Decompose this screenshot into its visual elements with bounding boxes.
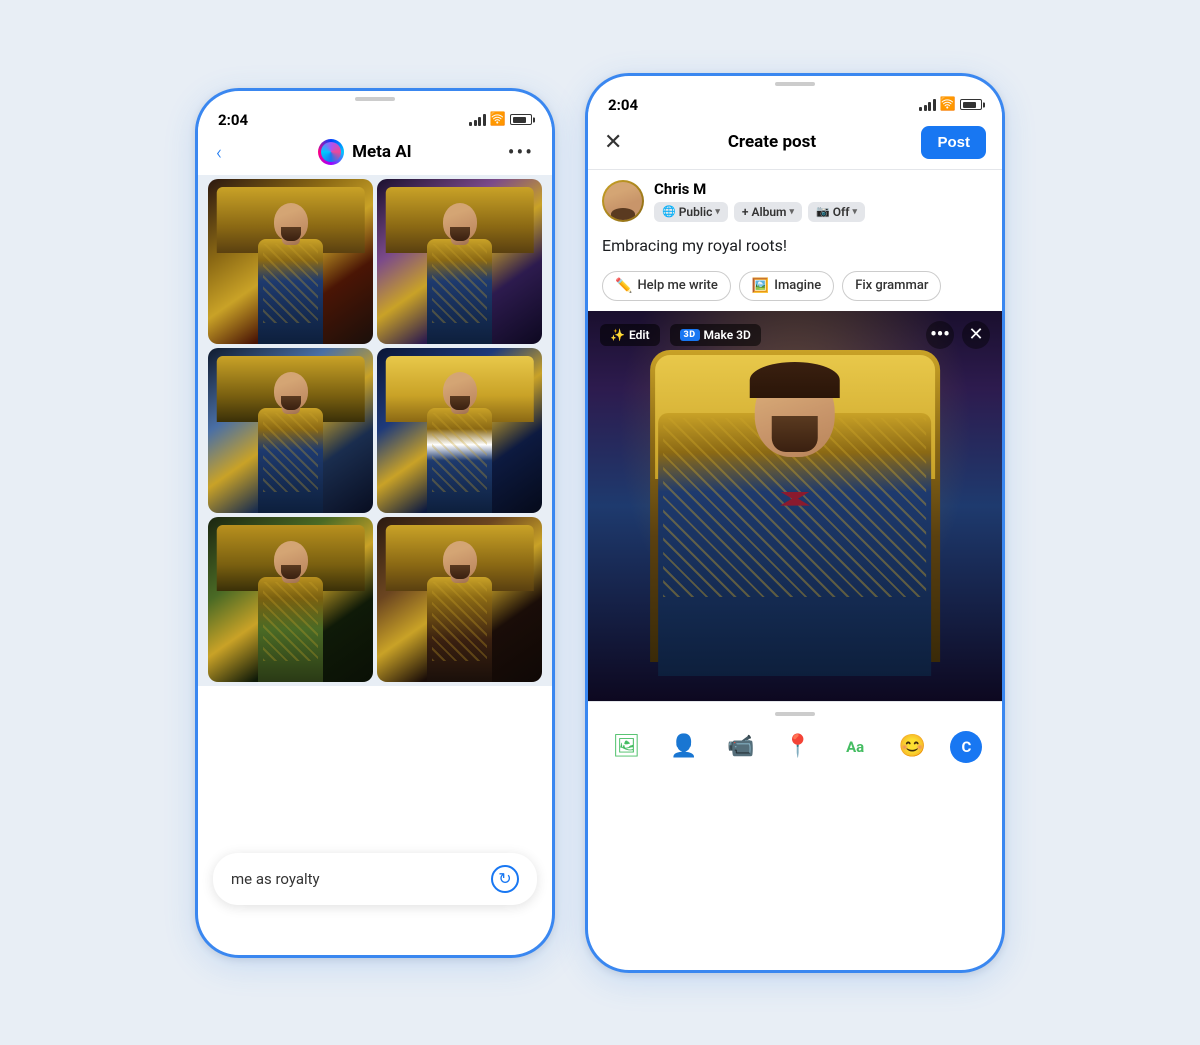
- overlay-left: ✨ Edit 3D Make 3D: [600, 324, 761, 346]
- scroll-bar: [775, 712, 815, 716]
- right-phone: 2:04 🛜 ✕ Create post Post: [585, 73, 1005, 973]
- left-phone: 2:04 🛜 ‹ Meta AI •••: [195, 88, 555, 958]
- audience-public-pill[interactable]: 🌐 Public ▾: [654, 202, 728, 222]
- post-footer: 🖼 👤 📹 📍 Aa 😊 C: [588, 701, 1002, 780]
- instagram-label: Off: [833, 205, 850, 219]
- wand-icon: ✨: [610, 328, 625, 342]
- grid-image-4[interactable]: [377, 348, 542, 513]
- make3d-label: Make 3D: [704, 328, 751, 342]
- avatar: [602, 180, 644, 222]
- edit-button[interactable]: ✨ Edit: [600, 324, 660, 346]
- create-post-header: ✕ Create post Post: [588, 118, 1002, 170]
- post-button[interactable]: Post: [921, 126, 986, 159]
- grid-image-3[interactable]: [208, 348, 373, 513]
- album-chevron-icon: ▾: [789, 207, 794, 217]
- chat-input-bar[interactable]: me as royalty ↻: [213, 853, 537, 905]
- wifi-icon-right: 🛜: [940, 97, 956, 112]
- chat-input[interactable]: me as royalty: [231, 870, 320, 888]
- globe-icon: 🌐: [662, 205, 676, 218]
- person-hair: [750, 362, 840, 398]
- video-button[interactable]: 📹: [722, 728, 760, 766]
- signal-icon-right: [919, 99, 936, 111]
- edit-label: Edit: [629, 328, 650, 342]
- person-head: [755, 367, 835, 457]
- meta-ai-header: Meta AI: [318, 139, 412, 165]
- pencil-icon: ✏️: [615, 278, 632, 294]
- royal-person: [640, 350, 951, 701]
- meta-ai-title: Meta AI: [352, 142, 412, 162]
- image-more-options-button[interactable]: •••: [926, 321, 954, 349]
- location-button[interactable]: 📍: [779, 728, 817, 766]
- wifi-icon-left: 🛜: [490, 112, 506, 127]
- imagine-pill[interactable]: 🖼️ Imagine: [739, 271, 834, 301]
- album-label: + Album: [742, 205, 787, 219]
- meta-ai-logo: [318, 139, 344, 165]
- more-icon: C: [961, 738, 971, 756]
- grid-image-5[interactable]: [208, 517, 373, 682]
- tag-icon: 👤: [670, 734, 697, 759]
- create-post-title: Create post: [728, 132, 816, 152]
- grid-image-2[interactable]: [377, 179, 542, 344]
- fix-grammar-pill[interactable]: Fix grammar: [842, 271, 941, 301]
- avatar-image: [604, 182, 642, 220]
- help-me-write-pill[interactable]: ✏️ Help me write: [602, 271, 731, 301]
- help-me-write-label: Help me write: [637, 278, 717, 293]
- status-icons-right: 🛜: [919, 97, 982, 112]
- imagine-label: Imagine: [774, 278, 821, 293]
- left-phone-header: ‹ Meta AI •••: [198, 133, 552, 175]
- photo-icon: 🖼: [613, 734, 641, 759]
- username: Chris M: [654, 180, 988, 198]
- user-info: Chris M 🌐 Public ▾ + Album ▾ 📷 Off ▾: [654, 180, 988, 222]
- instagram-pill[interactable]: 📷 Off ▾: [808, 202, 865, 222]
- image-icon: 🖼️: [752, 278, 769, 294]
- chevron-down-icon: ▾: [715, 207, 720, 217]
- user-row: Chris M 🌐 Public ▾ + Album ▾ 📷 Off ▾: [588, 170, 1002, 232]
- person-beard: [772, 416, 818, 452]
- ai-suggestion-pills: ✏️ Help me write 🖼️ Imagine Fix grammar: [588, 265, 1002, 311]
- instagram-chevron-icon: ▾: [853, 207, 858, 217]
- photo-button[interactable]: 🖼: [608, 728, 646, 766]
- video-icon: 📹: [727, 734, 754, 759]
- more-options-button[interactable]: •••: [508, 140, 534, 164]
- main-post-image[interactable]: ✨ Edit 3D Make 3D ••• ✕: [588, 311, 1002, 701]
- tag-person-button[interactable]: 👤: [665, 728, 703, 766]
- location-icon: 📍: [784, 734, 811, 759]
- post-text[interactable]: Embracing my royal roots!: [588, 232, 1002, 265]
- close-button[interactable]: ✕: [604, 130, 622, 155]
- post-image-area: ✨ Edit 3D Make 3D ••• ✕: [588, 311, 1002, 701]
- 3d-badge: 3D: [680, 329, 700, 341]
- battery-icon-right: [960, 99, 982, 110]
- grid-image-1[interactable]: [208, 179, 373, 344]
- refresh-button[interactable]: ↻: [491, 865, 519, 893]
- fix-grammar-label: Fix grammar: [855, 278, 928, 293]
- time-right: 2:04: [608, 96, 638, 114]
- make3d-button[interactable]: 3D Make 3D: [670, 324, 761, 346]
- time-left: 2:04: [218, 111, 248, 129]
- status-bar-right: 2:04 🛜: [588, 86, 1002, 118]
- signal-icon-left: [469, 114, 486, 126]
- public-label: Public: [679, 205, 713, 219]
- emoji-icon: 😊: [899, 734, 926, 759]
- text-icon: Aa: [846, 738, 864, 756]
- audience-pills: 🌐 Public ▾ + Album ▾ 📷 Off ▾: [654, 202, 988, 222]
- image-grid: [198, 175, 552, 686]
- person-bowtie: [780, 492, 810, 506]
- album-pill[interactable]: + Album ▾: [734, 202, 802, 222]
- status-icons-left: 🛜: [469, 112, 532, 127]
- more-options-toolbar-button[interactable]: C: [950, 731, 982, 763]
- overlay-right: ••• ✕: [926, 321, 990, 349]
- status-bar-left: 2:04 🛜: [198, 101, 552, 133]
- image-close-button[interactable]: ✕: [962, 321, 990, 349]
- image-overlay-controls: ✨ Edit 3D Make 3D ••• ✕: [588, 321, 1002, 349]
- instagram-icon: 📷: [816, 205, 830, 218]
- post-toolbar: 🖼 👤 📹 📍 Aa 😊 C: [588, 724, 1002, 770]
- emoji-button[interactable]: 😊: [893, 728, 931, 766]
- back-button[interactable]: ‹: [216, 140, 222, 164]
- grid-image-6[interactable]: [377, 517, 542, 682]
- battery-icon-left: [510, 114, 532, 125]
- text-style-button[interactable]: Aa: [836, 728, 874, 766]
- scroll-indicator: [588, 712, 1002, 716]
